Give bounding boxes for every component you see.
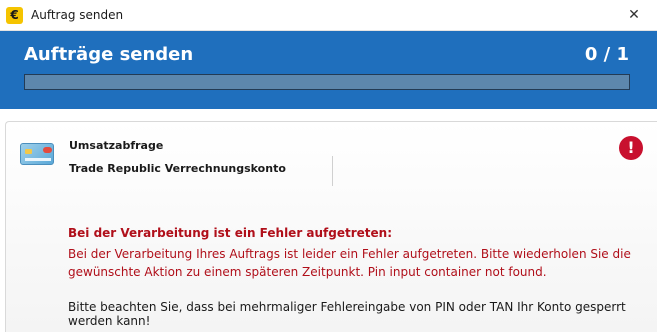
account-name: Trade Republic Verrechnungskonto <box>69 162 286 175</box>
page-title: Aufträge senden <box>24 44 194 65</box>
error-icon: ! <box>619 136 643 160</box>
window-title: Auftrag senden <box>31 8 124 22</box>
error-title: Bei der Verarbeitung ist ein Fehler aufg… <box>68 226 393 240</box>
title-bar: € Auftrag senden ✕ <box>0 0 657 31</box>
job-panel: Umsatzabfrage Trade Republic Verrechnung… <box>5 121 657 332</box>
divider <box>332 156 333 186</box>
error-message: Bei der Verarbeitung Ihres Auftrags ist … <box>68 247 631 279</box>
close-button[interactable]: ✕ <box>611 0 657 31</box>
progress-counter: 0 / 1 <box>584 44 629 65</box>
job-name: Umsatzabfrage <box>69 139 164 152</box>
progress-bar <box>24 74 630 90</box>
app-euro-icon: € <box>6 7 23 24</box>
pin-tan-warning: Bitte beachten Sie, dass bei mehrmaliger… <box>68 300 626 328</box>
header-banner: Aufträge senden 0 / 1 <box>0 31 657 109</box>
bank-card-icon <box>20 143 54 165</box>
